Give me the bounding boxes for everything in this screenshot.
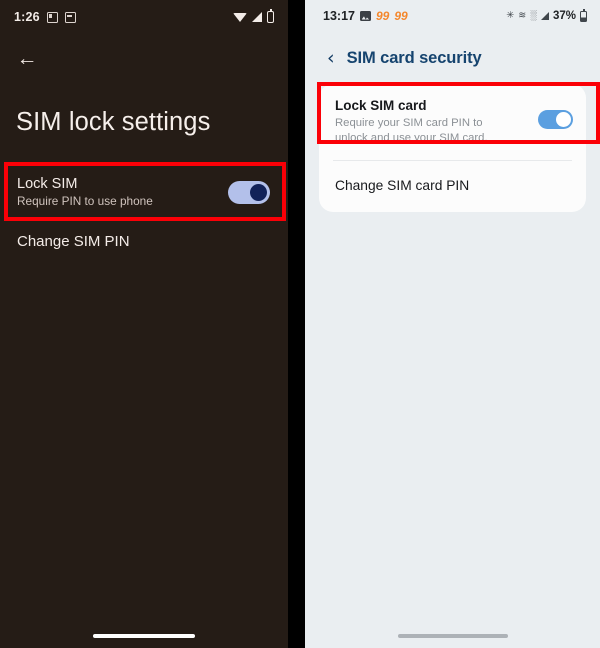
battery-icon [580,8,587,22]
left-status-clock: 1:26 [14,10,40,24]
right-header: ‹ SIM card security [305,42,600,74]
wifi-icon: ≋ [518,10,527,22]
page-title: SIM lock settings [16,108,211,136]
signal-icon [540,12,549,20]
image-icon [359,11,371,21]
comparison-screenshot: 1:26 ← SIM lock settings Lock SIM Requir… [0,0,600,648]
left-status-bar-right [233,9,274,23]
panel-divider [288,0,305,648]
left-phone-screen: 1:26 ← SIM lock settings Lock SIM Requir… [0,0,288,648]
back-arrow-icon[interactable]: ← [10,42,44,74]
change-sim-pin-row[interactable]: Change SIM PIN [17,233,130,250]
signal-alt-icon: ░ [530,10,537,22]
header-title: SIM card security [346,48,482,67]
right-status-clock: 13:17 [323,9,355,23]
left-status-bar-left: 1:26 [14,10,76,24]
right-status-bar-left: 13:17 99 99 [323,9,408,23]
highlight-box-lock-sim [4,162,286,221]
change-sim-card-pin-row[interactable]: Change SIM card PIN [319,161,586,212]
app-badge-icon: 99 [375,9,390,23]
app-badge-icon: 99 [394,9,408,23]
highlight-box-lock-sim-card [317,82,600,144]
bluetooth-icon: ✳ [506,10,515,22]
back-chevron-icon[interactable]: ‹ [327,48,335,68]
right-status-bar: 13:17 99 99 ✳ ≋ ░ 37% [305,0,600,32]
home-indicator[interactable] [93,634,195,638]
left-status-bar: 1:26 [0,0,288,34]
screenshot-icon [64,11,76,23]
screenshot-icon [46,11,58,23]
home-indicator[interactable] [397,634,508,638]
wifi-icon [233,12,247,22]
right-status-bar-right: ✳ ≋ ░ 37% [506,8,587,22]
right-phone-screen: 13:17 99 99 ✳ ≋ ░ 37% ‹ SIM card securit… [305,0,600,648]
battery-percent-label: 37% [552,10,576,22]
battery-icon [267,9,274,23]
signal-icon [252,12,262,22]
